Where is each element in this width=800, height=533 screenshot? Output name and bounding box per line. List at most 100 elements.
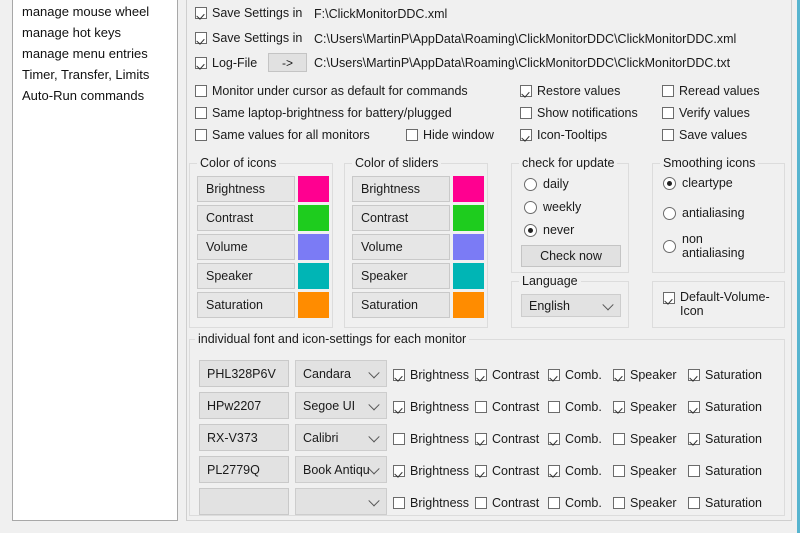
option-hide-window[interactable]: Hide window — [406, 127, 494, 142]
monitor-3-brightness-checkbox[interactable]: Brightness — [393, 432, 469, 446]
option-hide-window-checkbox[interactable]: Hide window — [406, 128, 494, 142]
color-icons-brightness-swatch[interactable] — [298, 176, 329, 202]
color-icons-saturation-swatch[interactable] — [298, 292, 329, 318]
monitor-2-saturation-checkbox[interactable]: Saturation — [688, 400, 762, 414]
smoothing-option-non-antialiasing[interactable]: non antialiasing — [663, 232, 745, 260]
color-icons-row-speaker[interactable]: Speaker — [197, 263, 329, 289]
option-verify-values[interactable]: Verify values — [662, 105, 750, 120]
monitor-font-select-1[interactable]: Candara — [295, 360, 387, 387]
color-sliders-row-saturation[interactable]: Saturation — [352, 292, 484, 318]
option-same-values-all-monitors[interactable]: Same values for all monitors — [195, 127, 370, 142]
save-settings-2-path[interactable]: C:\Users\MartinP\AppData\Roaming\ClickMo… — [314, 32, 736, 46]
color-icons-brightness-button[interactable]: Brightness — [197, 176, 295, 202]
smoothing-option-non-antialiasing-radio[interactable]: non antialiasing — [663, 232, 745, 260]
log-file-row[interactable]: Log-File — [195, 55, 257, 70]
color-icons-contrast-button[interactable]: Contrast — [197, 205, 295, 231]
language-select[interactable]: English — [521, 294, 621, 317]
update-option-daily-radio[interactable]: daily — [524, 177, 569, 191]
option-monitor-under-cursor[interactable]: Monitor under cursor as default for comm… — [195, 83, 468, 98]
sidebar-item-timer-transfer-limits[interactable]: Timer, Transfer, Limits — [13, 64, 177, 85]
save-settings-2-checkbox[interactable]: Save Settings in — [195, 31, 302, 45]
color-sliders-brightness-button[interactable]: Brightness — [352, 176, 450, 202]
color-sliders-contrast-button[interactable]: Contrast — [352, 205, 450, 231]
option-verify-values-checkbox[interactable]: Verify values — [662, 106, 750, 120]
monitor-5-contrast-checkbox[interactable]: Contrast — [475, 496, 539, 510]
color-icons-volume-button[interactable]: Volume — [197, 234, 295, 260]
option-reread-values-checkbox[interactable]: Reread values — [662, 84, 760, 98]
update-option-never-radio[interactable]: never — [524, 223, 574, 237]
color-icons-volume-swatch[interactable] — [298, 234, 329, 260]
monitor-font-select-3[interactable]: Calibri — [295, 424, 387, 451]
monitor-3-contrast-checkbox[interactable]: Contrast — [475, 432, 539, 446]
save-settings-row-2[interactable]: Save Settings in — [195, 30, 302, 45]
sidebar-item-auto-run-commands[interactable]: Auto-Run commands — [13, 85, 177, 106]
option-same-values-all-monitors-checkbox[interactable]: Same values for all monitors — [195, 128, 370, 142]
color-sliders-row-brightness[interactable]: Brightness — [352, 176, 484, 202]
option-show-notifications[interactable]: Show notifications — [520, 105, 638, 120]
save-settings-1-checkbox[interactable]: Save Settings in — [195, 6, 302, 20]
sidebar-list[interactable]: manage mouse wheel manage hot keys manag… — [12, 0, 178, 521]
save-settings-1-path[interactable]: F:\ClickMonitorDDC.xml — [314, 7, 447, 21]
color-sliders-saturation-button[interactable]: Saturation — [352, 292, 450, 318]
smoothing-option-cleartype-radio[interactable]: cleartype — [663, 176, 733, 190]
log-file-checkbox[interactable]: Log-File — [195, 56, 257, 70]
smoothing-option-antialiasing-radio[interactable]: antialiasing — [663, 206, 745, 220]
option-restore-values-checkbox[interactable]: Restore values — [520, 84, 620, 98]
update-option-weekly[interactable]: weekly — [524, 200, 581, 217]
monitor-name-field-2[interactable]: HPw2207 — [199, 392, 289, 419]
monitor-name-field-4[interactable]: PL2779Q — [199, 456, 289, 483]
option-show-notifications-checkbox[interactable]: Show notifications — [520, 106, 638, 120]
color-icons-row-contrast[interactable]: Contrast — [197, 205, 329, 231]
log-file-browse-button[interactable]: -> — [268, 53, 307, 72]
monitor-font-select-5[interactable] — [295, 488, 387, 515]
monitor-4-comb-checkbox[interactable]: Comb. — [548, 464, 602, 478]
option-icon-tooltips[interactable]: Icon-Tooltips — [520, 127, 607, 142]
color-icons-speaker-swatch[interactable] — [298, 263, 329, 289]
monitor-2-contrast-checkbox[interactable]: Contrast — [475, 400, 539, 414]
color-sliders-contrast-swatch[interactable] — [453, 205, 484, 231]
monitor-5-speaker-checkbox[interactable]: Speaker — [613, 496, 677, 510]
color-sliders-speaker-button[interactable]: Speaker — [352, 263, 450, 289]
color-sliders-volume-swatch[interactable] — [453, 234, 484, 260]
color-icons-contrast-swatch[interactable] — [298, 205, 329, 231]
monitor-name-field-3[interactable]: RX-V373 — [199, 424, 289, 451]
color-icons-row-saturation[interactable]: Saturation — [197, 292, 329, 318]
monitor-3-comb-checkbox[interactable]: Comb. — [548, 432, 602, 446]
monitor-name-field-1[interactable]: PHL328P6V — [199, 360, 289, 387]
monitor-5-saturation-checkbox[interactable]: Saturation — [688, 496, 762, 510]
monitor-name-field-5[interactable] — [199, 488, 289, 515]
color-icons-row-brightness[interactable]: Brightness — [197, 176, 329, 202]
monitor-4-saturation-checkbox[interactable]: Saturation — [688, 464, 762, 478]
monitor-4-speaker-checkbox[interactable]: Speaker — [613, 464, 677, 478]
monitor-1-contrast-checkbox[interactable]: Contrast — [475, 368, 539, 382]
option-monitor-under-cursor-checkbox[interactable]: Monitor under cursor as default for comm… — [195, 84, 468, 98]
update-option-weekly-radio[interactable]: weekly — [524, 200, 581, 214]
option-restore-values[interactable]: Restore values — [520, 83, 620, 98]
option-reread-values[interactable]: Reread values — [662, 83, 760, 98]
update-option-never[interactable]: never — [524, 223, 574, 240]
monitor-1-saturation-checkbox[interactable]: Saturation — [688, 368, 762, 382]
monitor-1-speaker-checkbox[interactable]: Speaker — [613, 368, 677, 382]
save-settings-row-1[interactable]: Save Settings in — [195, 5, 302, 20]
color-sliders-volume-button[interactable]: Volume — [352, 234, 450, 260]
monitor-3-saturation-checkbox[interactable]: Saturation — [688, 432, 762, 446]
monitor-5-brightness-checkbox[interactable]: Brightness — [393, 496, 469, 510]
sidebar-item-manage-mouse-wheel[interactable]: manage mouse wheel — [13, 0, 177, 22]
monitor-font-select-2[interactable]: Segoe UI — [295, 392, 387, 419]
monitor-5-comb-checkbox[interactable]: Comb. — [548, 496, 602, 510]
color-icons-speaker-button[interactable]: Speaker — [197, 263, 295, 289]
color-sliders-row-speaker[interactable]: Speaker — [352, 263, 484, 289]
monitor-1-comb-checkbox[interactable]: Comb. — [548, 368, 602, 382]
color-icons-row-volume[interactable]: Volume — [197, 234, 329, 260]
sidebar-item-manage-hot-keys[interactable]: manage hot keys — [13, 22, 177, 43]
sidebar-item-manage-menu-entries[interactable]: manage menu entries — [13, 43, 177, 64]
monitor-2-speaker-checkbox[interactable]: Speaker — [613, 400, 677, 414]
color-sliders-speaker-swatch[interactable] — [453, 263, 484, 289]
check-now-button[interactable]: Check now — [521, 245, 621, 267]
option-save-values-checkbox[interactable]: Save values — [662, 128, 747, 142]
option-same-laptop-brightness[interactable]: Same laptop-brightness for battery/plugg… — [195, 105, 452, 120]
monitor-font-select-4[interactable]: Book Antiqua — [295, 456, 387, 483]
update-option-daily[interactable]: daily — [524, 177, 569, 194]
default-volume-icon-row[interactable]: Default-Volume- Icon — [663, 290, 770, 318]
monitor-1-brightness-checkbox[interactable]: Brightness — [393, 368, 469, 382]
